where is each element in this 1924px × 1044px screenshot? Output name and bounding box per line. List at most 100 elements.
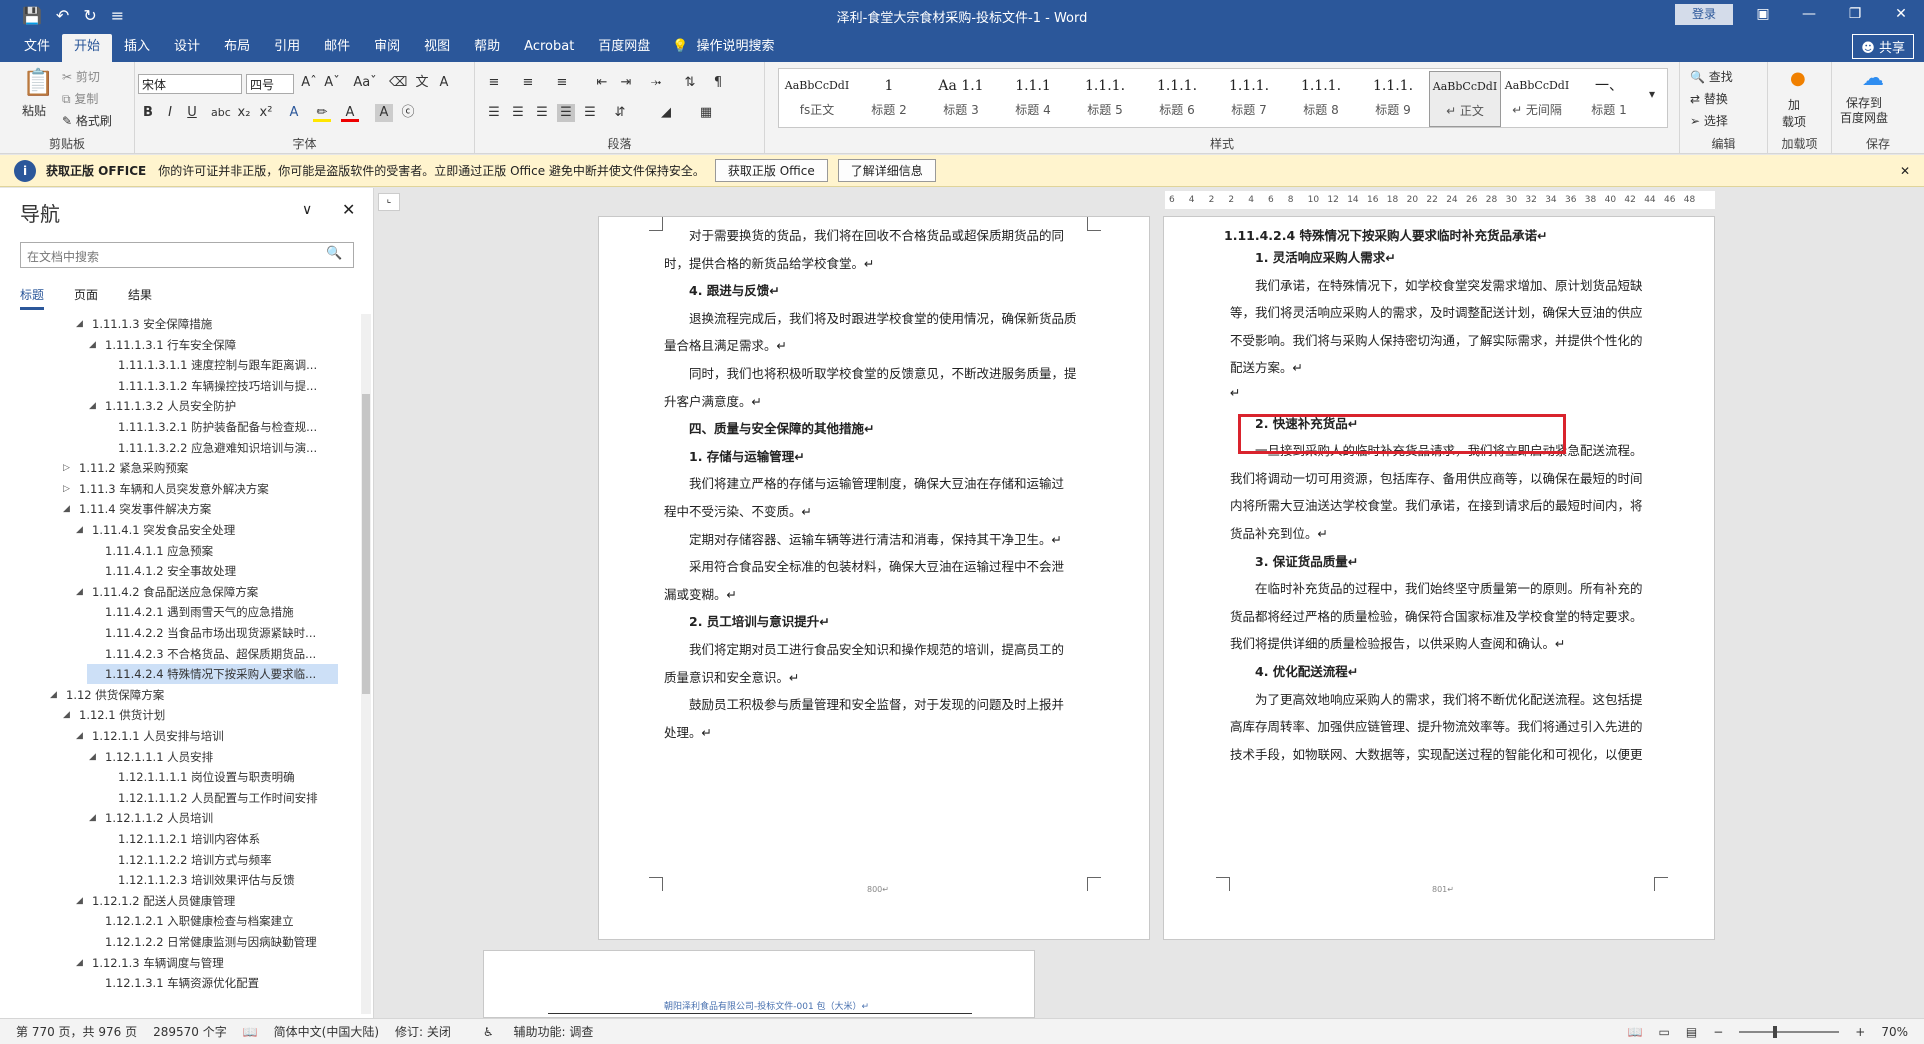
style-item-selected[interactable]: AaBbCcDdI ↵ 正文	[1429, 71, 1501, 127]
zoom-level[interactable]: 70%	[1881, 1025, 1908, 1039]
document-text-line[interactable]: 等，我们将灵活响应采购人的需求，及时调整配送计划，确保大豆油的供应	[1230, 302, 1643, 321]
nav-heading-item[interactable]: ◢ 1.11.4 突发事件解决方案	[61, 499, 211, 519]
multilevel-list-icon[interactable]: ≡	[553, 74, 571, 92]
document-text-line[interactable]: 鼓励员工积极参与质量管理和安全监督，对于发现的问题及时上报并	[689, 694, 1064, 713]
document-text-line[interactable]: 3. 保证货品质量↵	[1255, 551, 1358, 570]
nav-heading-item[interactable]: ◢ 1.11.1.3 安全保障措施	[74, 314, 212, 334]
paste-icon[interactable]: 📋	[22, 68, 54, 98]
document-text-line[interactable]: 2. 员工培训与意识提升↵	[689, 611, 830, 630]
page-left[interactable]: 对于需要换货的货品，我们将在回收不合格货品或超保质期货品的同 时，提供合格的新货品…	[598, 216, 1150, 940]
expand-arrow-icon[interactable]: ▷	[63, 458, 70, 478]
nav-heading-item[interactable]: 1.11.4.1.1 应急预案	[87, 541, 213, 561]
expand-arrow-icon[interactable]: ◢	[76, 520, 83, 540]
restore-icon[interactable]: ❐	[1832, 0, 1878, 30]
document-text-line[interactable]: 在临时补充货品的过程中，我们始终坚守质量第一的原则。所有补充的	[1255, 578, 1643, 597]
cut-button[interactable]: ✂ 剪切	[62, 68, 100, 85]
tab-help[interactable]: 帮助	[462, 34, 512, 62]
page-count[interactable]: 第 770 页，共 976 页	[16, 1023, 137, 1040]
tab-home[interactable]: 开始	[62, 34, 113, 62]
horizontal-ruler[interactable]: 6 4 2 2 4 6 8 10 12 14 16 18 20 22 24 26 28 30 32 34 36 38 40 4…	[1165, 191, 1715, 209]
tab-references[interactable]: 引用	[262, 34, 312, 62]
document-text-line[interactable]: 技术手段，如物联网、大数据等，实现配送过程的智能化和可视化，以便更	[1230, 744, 1643, 763]
message-close-icon[interactable]: ✕	[1900, 164, 1910, 178]
numbering-icon[interactable]: ≡	[519, 74, 537, 92]
expand-arrow-icon[interactable]: ▷	[63, 479, 70, 499]
nav-heading-item[interactable]: 1.12.1.1.1.2 人员配置与工作时间安排	[100, 788, 318, 808]
document-text-line[interactable]: 采用符合食品安全标准的包装材料，确保大豆油在运输过程中不会泄	[689, 556, 1064, 575]
style-item[interactable]: 1.1.1. 标题 7	[1213, 71, 1285, 127]
nav-heading-item[interactable]: 1.12.1.2.2 日常健康监测与因病缺勤管理	[87, 932, 317, 952]
char-border-icon[interactable]: A	[435, 74, 453, 92]
tell-me-search[interactable]: 💡 操作说明搜索	[672, 34, 774, 62]
nav-heading-item[interactable]: ▷ 1.11.2 紧急采购预案	[61, 458, 188, 478]
addins-button[interactable]: 加 载项	[1782, 96, 1806, 130]
document-text-line[interactable]: 我们承诺，在特殊情况下，如学校食堂突发需求增加、原计划货品短缺	[1255, 275, 1643, 294]
expand-arrow-icon[interactable]: ◢	[76, 891, 83, 911]
document-text-line[interactable]: 配送方案。↵	[1230, 357, 1303, 376]
addin-icon[interactable]: ●	[1790, 68, 1806, 89]
tab-mailings[interactable]: 邮件	[312, 34, 362, 62]
document-text-line[interactable]: 4. 优化配送流程↵	[1255, 661, 1358, 680]
tab-view[interactable]: 视图	[412, 34, 462, 62]
document-text-line[interactable]: 对于需要换货的货品，我们将在回收不合格货品或超保质期货品的同	[689, 225, 1064, 244]
accessibility-status[interactable]: ♿ 辅助功能: 调查	[467, 1023, 593, 1040]
minimize-icon[interactable]: —	[1786, 0, 1832, 30]
document-text-line[interactable]: 高库存周转率、加强供应链管理、提升物流效率等。我们将通过引入先进的	[1230, 716, 1643, 735]
nav-heading-item[interactable]: 1.12.1.3.1 车辆资源优化配置	[87, 973, 259, 993]
nav-heading-item[interactable]: ◢ 1.12.1.2 配送人员健康管理	[74, 891, 235, 911]
nav-heading-item[interactable]: 1.11.4.1.2 安全事故处理	[87, 561, 236, 581]
document-text-line[interactable]: 漏或变糊。↵	[664, 584, 737, 603]
align-center-icon[interactable]: ☰	[509, 104, 527, 122]
nav-heading-item[interactable]: 1.11.4.2.3 不合格货品、超保质期货品...	[87, 644, 316, 664]
expand-arrow-icon[interactable]: ◢	[63, 705, 70, 725]
document-text-line[interactable]: ↵	[1230, 385, 1240, 400]
underline-icon[interactable]: U	[183, 104, 201, 122]
zoom-out-icon[interactable]: −	[1713, 1025, 1723, 1039]
enclose-char-icon[interactable]: ⓒ	[399, 104, 417, 122]
proofing-icon[interactable]: 📖	[243, 1025, 258, 1039]
search-icon[interactable]: 🔍	[326, 246, 342, 261]
expand-arrow-icon[interactable]: ◢	[50, 685, 57, 705]
grow-font-icon[interactable]: Aˆ	[300, 74, 318, 92]
align-right-icon[interactable]: ☰	[533, 104, 551, 122]
customize-qat-icon[interactable]: ≡	[111, 6, 124, 25]
language-status[interactable]: 简体中文(中国大陆)	[274, 1023, 379, 1040]
save-icon[interactable]: 💾	[22, 6, 42, 25]
nav-tab-pages[interactable]: 页面	[74, 286, 98, 310]
expand-arrow-icon[interactable]: ◢	[76, 726, 83, 746]
nav-close-icon[interactable]: ✕	[342, 200, 355, 219]
expand-arrow-icon[interactable]: ◢	[89, 335, 96, 355]
expand-arrow-icon[interactable]: ◢	[76, 582, 83, 602]
paste-button[interactable]: 粘贴	[22, 102, 46, 119]
tab-review[interactable]: 审阅	[362, 34, 412, 62]
nav-heading-item[interactable]: 1.12.1.1.2.1 培训内容体系	[100, 829, 260, 849]
style-item[interactable]: 1 标题 2	[853, 71, 925, 127]
nav-heading-item[interactable]: ◢ 1.12.1.1 人员安排与培训	[74, 726, 224, 746]
tab-selector[interactable]: ⌞	[378, 193, 400, 211]
justify-icon[interactable]: ☰	[557, 104, 575, 122]
expand-arrow-icon[interactable]: ◢	[89, 808, 96, 828]
cloud-icon[interactable]: ☁	[1862, 66, 1884, 91]
borders-icon[interactable]: ▦	[697, 104, 715, 122]
change-case-icon[interactable]: Aaˇ	[351, 74, 379, 92]
expand-arrow-icon[interactable]: ◢	[76, 953, 83, 973]
tab-insert[interactable]: 插入	[112, 34, 162, 62]
shrink-font-icon[interactable]: Aˇ	[323, 74, 341, 92]
text-effects-icon[interactable]: A	[285, 104, 303, 122]
document-text-line[interactable]: 货品都将经过严格的质量检验，确保符合国家标准及学校食堂的特定要求。	[1230, 606, 1643, 625]
find-button[interactable]: 🔍 查找	[1690, 68, 1733, 85]
style-item[interactable]: AaBbCcDdI fs正文	[781, 71, 853, 127]
nav-heading-item[interactable]: ◢ 1.12.1.1.2 人员培训	[87, 808, 213, 828]
document-text-line[interactable]: 1.11.4.2.4 特殊情况下按采购人要求临时补充货品承诺↵	[1224, 225, 1548, 244]
nav-heading-item[interactable]: 1.11.4.2.2 当食品市场出现货源紧缺时...	[87, 623, 316, 643]
web-layout-icon[interactable]: ▤	[1686, 1025, 1697, 1039]
align-left-icon[interactable]: ☰	[485, 104, 503, 122]
style-item[interactable]: AaBbCcDdI ↵ 无间隔	[1501, 71, 1573, 127]
sort-icon[interactable]: ⇅	[681, 74, 699, 92]
document-text-line[interactable]: 定期对存储容器、运输车辆等进行清洁和消毒，保持其干净卫生。↵	[689, 529, 1062, 548]
style-item[interactable]: 1.1.1 标题 4	[997, 71, 1069, 127]
distributed-icon[interactable]: ☰	[581, 104, 599, 122]
document-text-line[interactable]: 升客户满意度。↵	[664, 391, 762, 410]
document-text-line[interactable]: 我们将提供详细的质量检验报告，以供采购人查阅和确认。↵	[1230, 633, 1565, 652]
document-text-line[interactable]: 我们将建立严格的存储与运输管理制度，确保大豆油在存储和运输过	[689, 473, 1064, 492]
